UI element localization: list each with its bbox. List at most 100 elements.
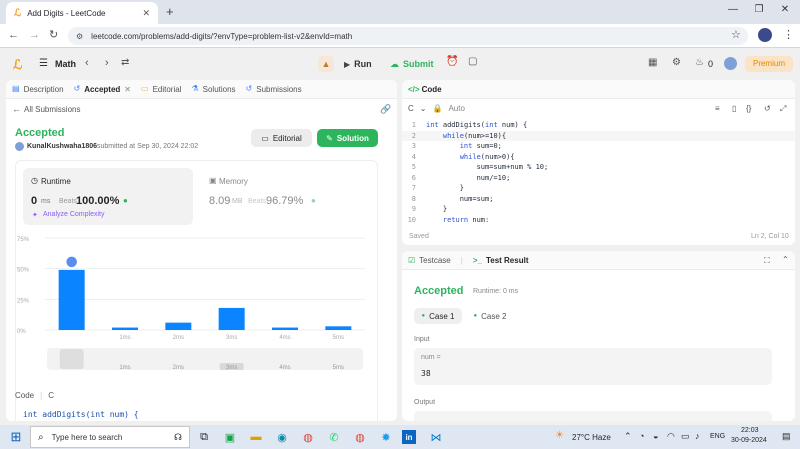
site-info-icon[interactable]: ⚙ [76, 32, 83, 41]
code-line[interactable]: 9 } [402, 204, 795, 215]
collapse-panel-icon[interactable]: ⌃ [782, 255, 789, 264]
clock-time[interactable]: 22:03 [741, 427, 759, 434]
edge-icon[interactable]: ◉ [272, 427, 292, 447]
linkedin-icon[interactable]: in [402, 430, 416, 444]
wifi-icon[interactable]: ◠ [667, 431, 675, 442]
tab-submissions[interactable]: ↺ Submissions [246, 85, 302, 94]
weather-text[interactable]: 27°C Haze [572, 433, 611, 442]
runtime-card[interactable]: ◷ Runtime 0 ms Beats 100.00% ● ✦ Analyze… [23, 168, 193, 225]
next-problem-icon[interactable]: › [105, 57, 109, 69]
submit-button[interactable]: ☁ Submit [386, 56, 438, 72]
braces-icon[interactable]: {} [746, 104, 751, 113]
code-line[interactable]: 2 while(num>=10){ [402, 130, 795, 141]
close-window-icon[interactable]: ✕ [772, 4, 798, 20]
debug-button[interactable]: ▲ [318, 56, 334, 72]
case-2-tab[interactable]: ● Case 2 [466, 308, 514, 324]
timer-icon[interactable]: ⏰ [446, 56, 458, 67]
analyze-complexity-link[interactable]: Analyze Complexity [43, 211, 104, 218]
close-tab-accepted-icon[interactable]: ✕ [124, 85, 131, 94]
format-icon[interactable]: ≡ [715, 104, 720, 113]
whatsapp-icon[interactable]: ✆ [324, 427, 344, 447]
weather-icon[interactable]: ☀ [555, 430, 564, 441]
browser-menu-icon[interactable]: ⋮ [783, 28, 794, 41]
problem-list-label[interactable]: Math [55, 59, 76, 69]
task-view-icon[interactable]: ⧉ [194, 427, 214, 447]
all-submissions-link[interactable]: All Submissions [24, 105, 80, 114]
back-icon[interactable]: ← [8, 29, 19, 41]
tray-app-icon[interactable]: ◔ [639, 431, 644, 441]
code-line[interactable]: 8 num=sum; [402, 194, 795, 205]
app-icon-green[interactable]: ▣ [220, 427, 240, 447]
streak-fire-icon[interactable]: ♨ [695, 57, 704, 68]
forward-icon[interactable]: → [29, 29, 40, 41]
expand-icon[interactable]: ⤢ [780, 104, 786, 114]
chevron-down-icon[interactable]: ⌄ [420, 104, 427, 113]
editor-title[interactable]: Code [422, 85, 442, 94]
code-line[interactable]: 3 int sum=0; [402, 141, 795, 152]
reset-icon[interactable]: ↺ [764, 104, 771, 113]
user-avatar[interactable] [724, 57, 737, 70]
bar-0ms[interactable] [58, 269, 85, 330]
shuffle-icon[interactable]: ⇄ [121, 57, 129, 68]
url-bar[interactable]: ⚙ leetcode.com/problems/add-digits/?envT… [68, 27, 748, 45]
tab-accepted[interactable]: ↺ Accepted ✕ [74, 85, 131, 94]
tab-test-result[interactable]: >_ Test Result [473, 256, 529, 265]
language-selector[interactable]: C [408, 104, 414, 113]
range-slider-handle[interactable] [59, 349, 84, 369]
tab-testcase[interactable]: ☑ Testcase [408, 256, 451, 265]
runtime-distribution-chart[interactable]: 75% 50% 25% 0% 1ms 2ms 3ms 4ms 5ms 1ms 2ms 3ms 4ms 5m… [15, 230, 378, 380]
tray-app2-icon[interactable]: ◒ [653, 431, 658, 441]
code-line[interactable]: 7 } [402, 183, 795, 194]
file-explorer-icon[interactable]: ▬ [246, 427, 266, 447]
editorial-button[interactable]: ▭ Editorial [251, 129, 312, 147]
browser-tab[interactable]: ℒ Add Digits - LeetCode ✕ [6, 2, 158, 24]
taskbar-search-box[interactable]: ⌕ Type here to search ☊ [30, 426, 190, 448]
bar-4ms[interactable] [272, 327, 298, 330]
leetcode-logo-icon[interactable]: ℒ [13, 57, 22, 73]
problem-list-icon[interactable]: ☰ [39, 58, 48, 69]
bar-2ms[interactable] [165, 322, 192, 330]
layout-icon[interactable]: ▦ [648, 57, 657, 68]
memory-card[interactable]: ▣ Memory 8.09 MB Beats 96.79% ● [201, 168, 371, 225]
run-button[interactable]: ▶ Run [340, 56, 376, 72]
app-icon-blue[interactable]: ✸ [376, 427, 396, 447]
clock-date[interactable]: 30-09-2024 [731, 437, 767, 444]
code-line[interactable]: 6 num/=10; [402, 173, 795, 184]
share-link-icon[interactable]: 🔗 [380, 104, 391, 115]
premium-button[interactable]: Premium [745, 56, 793, 72]
code-line[interactable]: 10 return num; [402, 215, 795, 223]
prev-problem-icon[interactable]: ‹ [85, 57, 89, 69]
volume-icon[interactable]: ♪ [695, 431, 700, 441]
restore-icon[interactable]: ❐ [746, 4, 772, 20]
back-arrow-icon[interactable]: ← [12, 104, 21, 114]
range-slider-track[interactable] [47, 348, 363, 370]
reload-icon[interactable]: ↻ [49, 28, 58, 41]
battery-icon[interactable]: ▭ [681, 431, 690, 442]
vscode-icon[interactable]: ⋈ [426, 427, 446, 447]
tab-editorial[interactable]: ▭ Editorial [141, 85, 181, 94]
bar-5ms[interactable] [325, 326, 352, 330]
code-lines[interactable]: 1 int addDigits(int num) {2 while(num>=10… [402, 120, 795, 222]
windows-start-icon[interactable]: ⊞ [6, 427, 26, 447]
bar-3ms[interactable] [218, 307, 245, 330]
code-line[interactable]: 5 sum=sum+num % 10; [402, 162, 795, 173]
maximize-panel-icon[interactable]: ⛶ [764, 256, 770, 266]
tab-description[interactable]: ▤ Description [12, 85, 64, 94]
minimize-icon[interactable]: — [720, 4, 746, 20]
code-line[interactable]: 1 int addDigits(int num) { [402, 120, 795, 131]
mode-selector[interactable]: Auto [448, 104, 464, 113]
code-line[interactable]: 4 while(num>0){ [402, 152, 795, 163]
submitter-name[interactable]: KunalKushwaha1806 [27, 143, 97, 150]
new-tab-icon[interactable]: + [166, 4, 174, 19]
language-indicator[interactable]: ENG [710, 433, 725, 440]
settings-gear-icon[interactable]: ⚙ [672, 57, 681, 68]
solution-button[interactable]: ✎ Solution [317, 129, 378, 147]
chrome-icon[interactable]: ◍ [298, 427, 318, 447]
tab-solutions[interactable]: ⚗ Solutions [191, 85, 235, 94]
notes-icon[interactable]: ▢ [468, 56, 477, 67]
tray-chevron-icon[interactable]: ⌃ [624, 431, 632, 442]
notification-icon[interactable]: ▤ [782, 431, 791, 442]
profile-avatar-icon[interactable] [758, 28, 772, 42]
case-1-tab[interactable]: ● Case 1 [414, 308, 462, 324]
bookmark-icon[interactable]: ▯ [732, 104, 736, 113]
